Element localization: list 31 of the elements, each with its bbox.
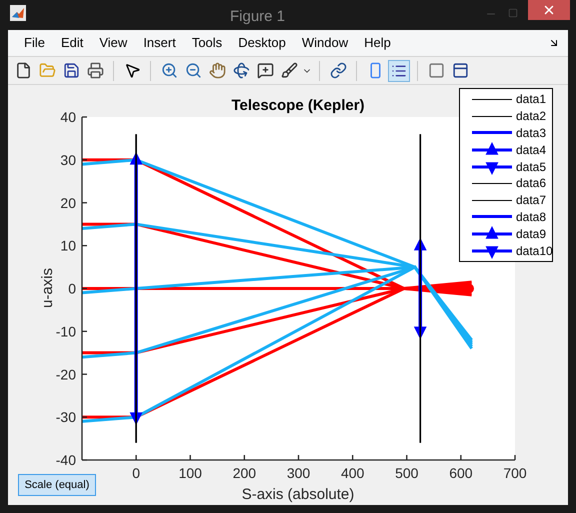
x-tick-label: 0	[132, 465, 140, 481]
x-tick-label: 600	[449, 465, 473, 481]
legend-label: data4	[516, 144, 546, 156]
y-tick-label: -10	[56, 323, 76, 340]
x-tick-label: 700	[503, 465, 527, 481]
x-tick-label: 300	[286, 465, 310, 481]
y-tick-label: -30	[56, 409, 76, 426]
x-tick-label: 200	[232, 465, 256, 481]
window-title: Figure 1	[230, 7, 286, 27]
y-tick-label: -20	[56, 366, 76, 382]
legend-label: data6	[516, 177, 546, 190]
legend-label: data10	[516, 244, 553, 257]
legend-label: data2	[516, 110, 546, 122]
y-tick-label: 10	[60, 238, 76, 254]
legend-label: data9	[516, 228, 546, 240]
chart-title: Telescope (Kepler)	[231, 97, 365, 114]
x-axis-label: S-axis (absolute)	[242, 486, 354, 503]
y-axis-label: u-axis	[39, 268, 56, 308]
y-tick-label: 30	[60, 152, 76, 168]
x-tick-label: 400	[340, 465, 364, 481]
y-tick-label: 40	[60, 109, 76, 125]
legend-label: data1	[516, 93, 546, 106]
y-tick-label: 0	[68, 280, 76, 296]
y-tick-label: 20	[60, 194, 76, 211]
y-tick-label: -40	[56, 452, 76, 468]
x-tick-label: 500	[395, 465, 418, 481]
legend-label: data7	[516, 194, 546, 206]
legend-label: data8	[516, 210, 546, 223]
legend-label: data5	[516, 160, 546, 173]
legend-label: data3	[516, 126, 546, 139]
x-tick-label: 100	[178, 465, 202, 481]
